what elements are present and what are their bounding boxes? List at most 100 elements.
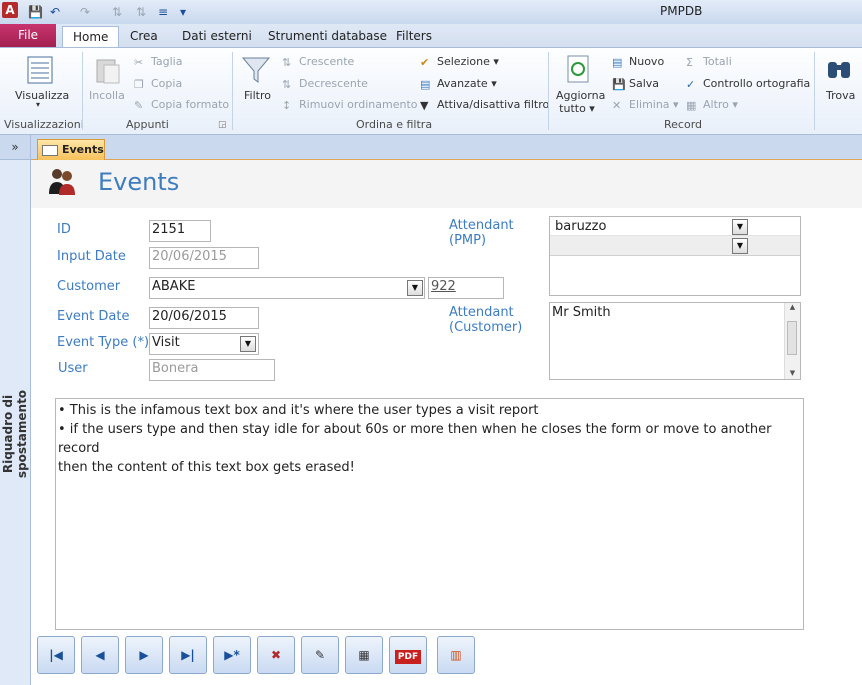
group-label-views: Visualizzazioni — [4, 118, 84, 131]
event-type-label: Event Type (*) — [57, 335, 150, 350]
edit-record-icon: ✎ — [314, 648, 326, 662]
tab-strumenti-database[interactable]: Strumenti database — [258, 26, 397, 48]
edit-record-button[interactable]: ✎ — [301, 636, 339, 674]
refresh-label-1: Aggiorna — [556, 89, 606, 102]
scissors-icon: ✂ — [134, 56, 144, 69]
cut-button[interactable]: ✂ Taglia — [134, 55, 182, 69]
attendant-pmp-new-row[interactable] — [550, 236, 800, 256]
attendant-pmp-new-dropdown-arrow-icon[interactable]: ▼ — [732, 238, 748, 254]
advanced-filter-icon: ▤ — [420, 78, 431, 91]
views-button[interactable]: Visualizza — [15, 89, 69, 102]
delete-record-button[interactable]: ✕ Elimina ▾ — [612, 98, 679, 112]
attendant-customer-textbox[interactable]: Mr Smith ▲ ▼ — [549, 302, 801, 380]
document-tab-bar — [31, 135, 862, 160]
views-icon[interactable] — [24, 54, 56, 89]
attendant-customer-label: Attendant (Customer) — [449, 305, 522, 335]
remove-sort-button[interactable]: ↕ Rimuovi ordinamento — [282, 98, 418, 112]
more-button[interactable]: ▦ Altro ▾ — [686, 98, 738, 112]
attendant-pmp-subform[interactable]: baruzzo ▼ ▼ — [549, 216, 801, 296]
user-label: User — [58, 361, 88, 376]
attendant-pmp-dropdown-arrow-icon[interactable]: ▼ — [732, 219, 748, 235]
tab-home[interactable]: Home — [62, 26, 120, 49]
ribbon-separator — [232, 52, 233, 130]
filter-button[interactable]: Filtro — [244, 89, 271, 102]
sigma-icon: Σ — [686, 56, 693, 69]
id-field[interactable]: 2151 — [149, 220, 211, 242]
sort-asc-qat-icon[interactable]: ⇅ — [112, 4, 122, 20]
copy-button[interactable]: ❐ Copia — [134, 77, 182, 91]
report-line: • if the users type and then stay idle f… — [58, 422, 772, 456]
tab-crea[interactable]: Crea — [120, 26, 168, 48]
previous-record-button[interactable]: ◀ — [81, 636, 119, 674]
attendant-pmp-label-1: Attendant — [449, 218, 514, 233]
first-record-button[interactable]: |◀ — [37, 636, 75, 674]
customize-qat-icon[interactable]: ▾ — [180, 4, 186, 20]
filter-qat-icon[interactable]: ≡ — [158, 4, 168, 20]
more-grid-icon: ▦ — [686, 99, 697, 112]
dialog-launcher-icon[interactable]: ◲ — [218, 120, 227, 130]
new-record-button[interactable]: ▤ Nuovo — [612, 55, 664, 69]
event-type-dropdown-arrow-icon[interactable]: ▼ — [240, 336, 256, 352]
previous-record-icon: ◀ — [95, 648, 105, 662]
redo-icon[interactable]: ↷ — [80, 4, 90, 20]
views-dropdown-icon[interactable]: ▾ — [36, 100, 40, 109]
scroll-down-arrow-icon[interactable]: ▼ — [785, 369, 800, 377]
find-button[interactable]: Trova — [826, 89, 855, 102]
scroll-up-arrow-icon[interactable]: ▲ — [785, 303, 800, 311]
document-tab-events[interactable]: Events — [37, 139, 105, 160]
input-date-field[interactable]: 20/06/2015 — [149, 247, 259, 269]
sort-desc-qat-icon[interactable]: ⇅ — [136, 4, 146, 20]
next-record-button[interactable]: ▶ — [125, 636, 163, 674]
attendant-pmp-label-2: (PMP) — [449, 233, 487, 248]
tab-file[interactable]: File — [0, 24, 56, 47]
advanced-button[interactable]: ▤ Avanzate ▾ — [420, 77, 497, 91]
export-pdf-button[interactable]: PDF — [389, 636, 427, 674]
customer-dropdown-arrow-icon[interactable]: ▼ — [407, 280, 423, 296]
last-record-button[interactable]: ▶| — [169, 636, 207, 674]
toggle-filter-icon: ▼ — [420, 99, 429, 112]
access-app-icon[interactable]: A — [2, 2, 18, 18]
refresh-icon[interactable] — [566, 54, 592, 87]
attendant-pmp-row[interactable]: baruzzo — [550, 217, 800, 236]
form-icon — [42, 144, 58, 156]
nav-pane-expand-button[interactable]: » — [0, 135, 30, 160]
sort-descending-icon: ⇅ — [282, 78, 292, 91]
group-label-clipboard: Appunti — [126, 118, 169, 131]
spelling-button[interactable]: ✓ Controllo ortografia — [686, 77, 810, 91]
paste-button[interactable]: Incolla — [89, 89, 125, 102]
format-painter-button[interactable]: ✎ Copia formato — [134, 98, 229, 112]
last-record-icon: ▶| — [181, 648, 195, 662]
tab-filters[interactable]: Filters — [386, 26, 442, 48]
scroll-thumb[interactable] — [787, 321, 797, 355]
toggle-filter-button[interactable]: ▼ Attiva/disattiva filtro — [420, 98, 549, 112]
sort-descending-button[interactable]: ⇅ Decrescente — [282, 77, 368, 91]
refresh-all-button[interactable]: Aggiorna tutto ▾ — [556, 89, 606, 115]
id-label: ID — [57, 222, 71, 237]
tab-dati-esterni[interactable]: Dati esterni — [172, 26, 262, 48]
datasheet-button[interactable]: ▦ — [345, 636, 383, 674]
delete-record-nav-button[interactable]: ✖ — [257, 636, 295, 674]
visit-report-textbox[interactable]: • This is the infamous text box and it's… — [55, 398, 804, 630]
binoculars-icon[interactable] — [824, 54, 854, 87]
paste-icon[interactable] — [92, 54, 124, 89]
new-record-nav-button[interactable]: ▶* — [213, 636, 251, 674]
save-icon[interactable]: 💾 — [28, 4, 43, 20]
pdf-icon: PDF — [394, 650, 422, 664]
filter-funnel-icon[interactable] — [240, 54, 272, 89]
attendant-customer-scrollbar[interactable]: ▲ ▼ — [784, 303, 800, 379]
event-date-field[interactable]: 20/06/2015 — [149, 307, 259, 329]
totals-button[interactable]: Σ Totali — [686, 55, 732, 69]
nav-pane-label[interactable]: Riquadro di spostamento — [1, 364, 29, 504]
sort-ascending-button[interactable]: ⇅ Crescente — [282, 55, 354, 69]
datasheet-icon: ▦ — [358, 648, 370, 662]
export-excel-button[interactable]: ▥ — [437, 636, 475, 674]
window-title: PMPDB — [660, 4, 703, 18]
ribbon-separator — [548, 52, 549, 130]
undo-icon[interactable]: ↶ — [50, 4, 60, 20]
customer-label: Customer — [57, 279, 121, 294]
selection-button[interactable]: ✔ Selezione ▾ — [420, 55, 499, 69]
customer-code-field[interactable]: 922 — [428, 277, 504, 299]
customer-combo[interactable]: ABAKE — [149, 277, 425, 299]
save-record-button[interactable]: 💾 Salva — [612, 77, 659, 91]
user-field[interactable]: Bonera — [149, 359, 275, 381]
